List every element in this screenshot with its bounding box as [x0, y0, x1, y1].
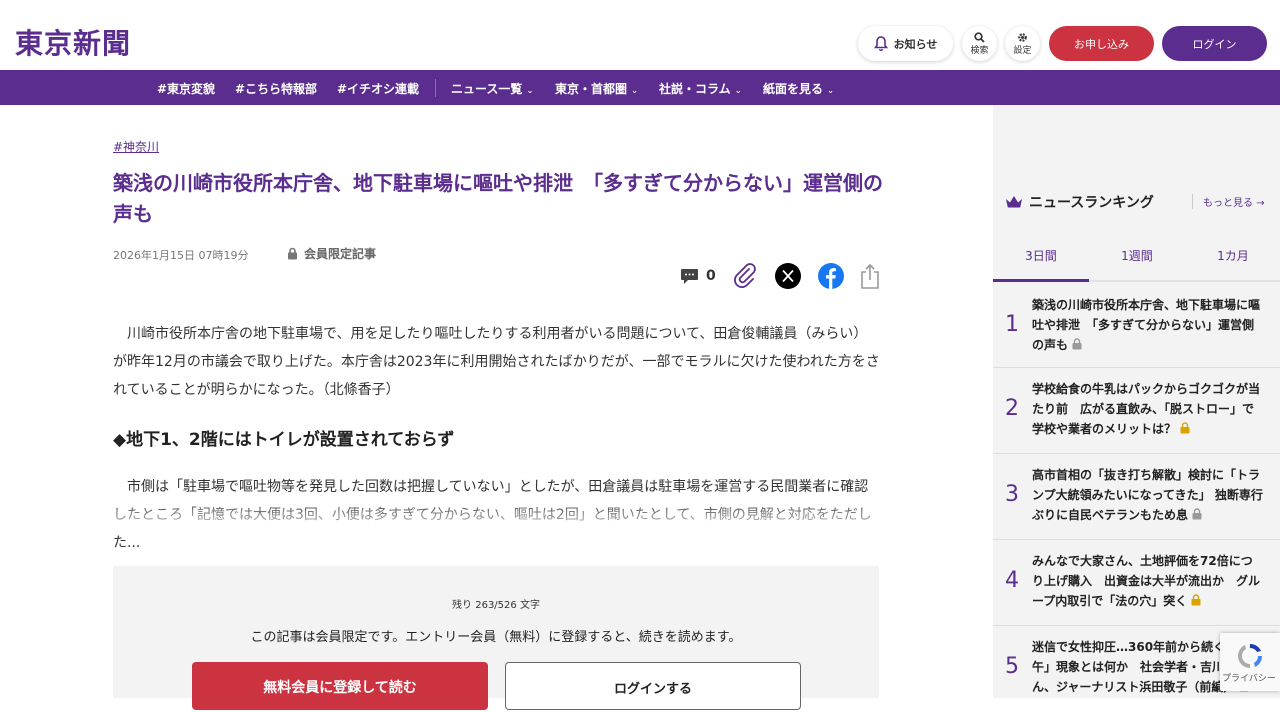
- x-icon: [775, 263, 801, 289]
- chevron-down-icon: ⌄: [734, 86, 742, 95]
- chevron-down-icon: ⌄: [526, 86, 534, 95]
- nav-item-shimen[interactable]: 紙面を見る ⌄: [763, 80, 834, 97]
- login-button[interactable]: ログイン: [1162, 26, 1267, 61]
- lock-icon: [1180, 422, 1190, 434]
- ranking-more-link[interactable]: もっと見る →: [1192, 194, 1265, 209]
- article-title: 築浅の川崎市役所本庁舎、地下駐車場に嘔吐や排泄 「多すぎて分からない」運営側の声…: [113, 171, 883, 226]
- member-only-label: 会員限定記事: [304, 247, 377, 261]
- site-logo[interactable]: 東京新聞: [15, 22, 131, 62]
- bell-icon: [873, 35, 888, 51]
- settings-button[interactable]: 設定: [1005, 26, 1040, 61]
- nav-item-news-list[interactable]: ニュース一覧 ⌄: [451, 80, 533, 97]
- nav-item-tokyo-henbo[interactable]: #東京変貌: [157, 80, 215, 97]
- share-icon: [861, 263, 879, 289]
- tab-1week[interactable]: 1週間: [1089, 247, 1185, 264]
- article-subheading: ◆地下1、2階にはトイレが設置されておらず: [113, 430, 455, 450]
- chevron-down-icon: ⌄: [827, 86, 834, 95]
- ranking-title-text: 築浅の川崎市役所本庁舎、地下駐車場に嘔吐や排泄 「多すぎて分からない」運営側の声…: [1032, 295, 1264, 355]
- nav-item-shimen-label: 紙面を見る: [763, 82, 824, 96]
- paywall-box: 残り 263/526 文字 この記事は会員限定です。エントリー会員（無料）に登録…: [113, 566, 879, 710]
- search-button[interactable]: 検索: [962, 26, 997, 61]
- ranking-header: ニュースランキング: [1005, 192, 1154, 212]
- ranking-headline: みんなで大家さん、土地評価を72倍につり上げ購入 出資金は大半が流出か グループ…: [1032, 554, 1261, 608]
- member-only-badge: 会員限定記事: [287, 245, 376, 262]
- main-nav: #東京変貌 #こちら特報部 #イチオシ連載 ニュース一覧 ⌄ 東京・首都圏 ⌄ …: [0, 70, 1280, 105]
- ranking-number: 2: [1005, 396, 1019, 421]
- nav-item-editorial[interactable]: 社説・コラム ⌄: [659, 80, 742, 97]
- nav-item-kochira-tokuhoubu[interactable]: #こちら特報部: [235, 80, 317, 97]
- text-fade-overlay: [113, 500, 881, 530]
- ranking-title-text: 高市首相の「抜き打ち解散」検討に「トランプ大統領みたいになってきた」 独断専行ぶ…: [1032, 465, 1264, 525]
- ranking-item[interactable]: 1 築浅の川崎市役所本庁舎、地下駐車場に嘔吐や排泄 「多すぎて分からない」運営側…: [993, 282, 1280, 368]
- nav-item-tokyo-shutoken[interactable]: 東京・首都圏 ⌄: [555, 80, 638, 97]
- apply-button[interactable]: お申し込み: [1049, 26, 1154, 61]
- remaining-chars: 残り 263/526 文字: [452, 600, 540, 611]
- share-button[interactable]: [860, 262, 880, 290]
- comment-button[interactable]: 0: [680, 262, 716, 290]
- chevron-down-icon: ⌄: [631, 86, 638, 95]
- ranking-title-text: みんなで大家さん、土地評価を72倍につり上げ購入 出資金は大半が流出か グループ…: [1032, 551, 1264, 611]
- site-header: 東京新聞 お知らせ 検索 設定 お申し込み ログイン: [0, 0, 1280, 70]
- nav-item-news-list-label: ニュース一覧: [451, 82, 523, 96]
- ranking-headline: 高市首相の「抜き打ち解散」検討に「トランプ大統領みたいになってきた」 独断専行ぶ…: [1032, 468, 1263, 522]
- tab-1month[interactable]: 1カ月: [1185, 247, 1280, 264]
- nav-divider: [435, 79, 436, 97]
- paywall-login-button[interactable]: ログインする: [505, 662, 801, 710]
- nav-item-editorial-label: 社説・コラム: [659, 82, 731, 96]
- notifications-button[interactable]: お知らせ: [858, 26, 953, 61]
- clip-button[interactable]: [731, 262, 759, 290]
- comment-icon: [681, 268, 698, 284]
- search-icon: [974, 31, 985, 43]
- ranking-number: 4: [1005, 568, 1019, 593]
- ranking-more-label: もっと見る: [1203, 198, 1253, 209]
- nav-item-tokyo-shutoken-label: 東京・首都圏: [555, 82, 628, 96]
- search-label: 検索: [970, 45, 989, 56]
- ranking-title: ニュースランキング: [1029, 195, 1154, 211]
- lock-icon: [1192, 508, 1202, 520]
- lock-icon: [1072, 338, 1082, 350]
- ranking-item[interactable]: 4 みんなで大家さん、土地評価を72倍につり上げ購入 出資金は大半が流出か グル…: [993, 540, 1280, 626]
- crown-icon: [1006, 196, 1022, 208]
- paperclip-icon: [734, 263, 756, 288]
- notifications-label: お知らせ: [893, 37, 938, 51]
- recaptcha-privacy-link[interactable]: プライバシー: [1222, 671, 1276, 684]
- nav-item-ichioshi[interactable]: #イチオシ連載: [337, 80, 419, 97]
- lock-icon: [288, 247, 297, 260]
- ranking-item[interactable]: 2 学校給食の牛乳はパックからゴクゴクが当たり前 広がる直飲み、「脱ストロー」で…: [993, 368, 1280, 454]
- free-register-button[interactable]: 無料会員に登録して読む: [192, 662, 488, 710]
- ranking-headline: 築浅の川崎市役所本庁舎、地下駐車場に嘔吐や排泄 「多すぎて分からない」運営側の声…: [1032, 298, 1261, 352]
- ranking-title-text: 学校給食の牛乳はパックからゴクゴクが当たり前 広がる直飲み、「脱ストロー」で学校…: [1032, 379, 1264, 439]
- article-tag[interactable]: #神奈川: [113, 138, 159, 155]
- gear-icon: [1018, 32, 1027, 42]
- article-date: 2026年1月15日 07時19分: [113, 249, 249, 262]
- settings-label: 設定: [1013, 45, 1032, 56]
- arrow-right-icon: →: [1256, 198, 1265, 209]
- facebook-icon: [818, 263, 844, 289]
- ranking-headline: 迷信で女性抑圧…360年前から続く「丙午」現象とは何か 社会学者・吉川徹さん、ジ…: [1032, 640, 1250, 694]
- facebook-share-button[interactable]: [817, 262, 845, 290]
- article-lead: 川崎市役所本庁舎の地下駐車場で、用を足したり嘔吐したりする利用者がいる問題につい…: [113, 326, 880, 398]
- x-share-button[interactable]: [774, 262, 802, 290]
- ranking-number: 3: [1005, 482, 1019, 507]
- ranking-number: 5: [1005, 654, 1019, 679]
- ranking-number: 1: [1005, 312, 1019, 337]
- ranking-headline: 学校給食の牛乳はパックからゴクゴクが当たり前 広がる直飲み、「脱ストロー」で学校…: [1032, 382, 1261, 436]
- comment-count: 0: [706, 268, 716, 284]
- lock-icon: [1191, 594, 1201, 606]
- ranking-item[interactable]: 3 高市首相の「抜き打ち解散」検討に「トランプ大統領みたいになってきた」 独断専…: [993, 454, 1280, 540]
- tab-3days[interactable]: 3日間: [993, 247, 1089, 264]
- recaptcha-icon: [1237, 643, 1263, 668]
- paywall-message: この記事は会員限定です。エントリー会員（無料）に登録すると、続きを読めます。: [250, 630, 742, 645]
